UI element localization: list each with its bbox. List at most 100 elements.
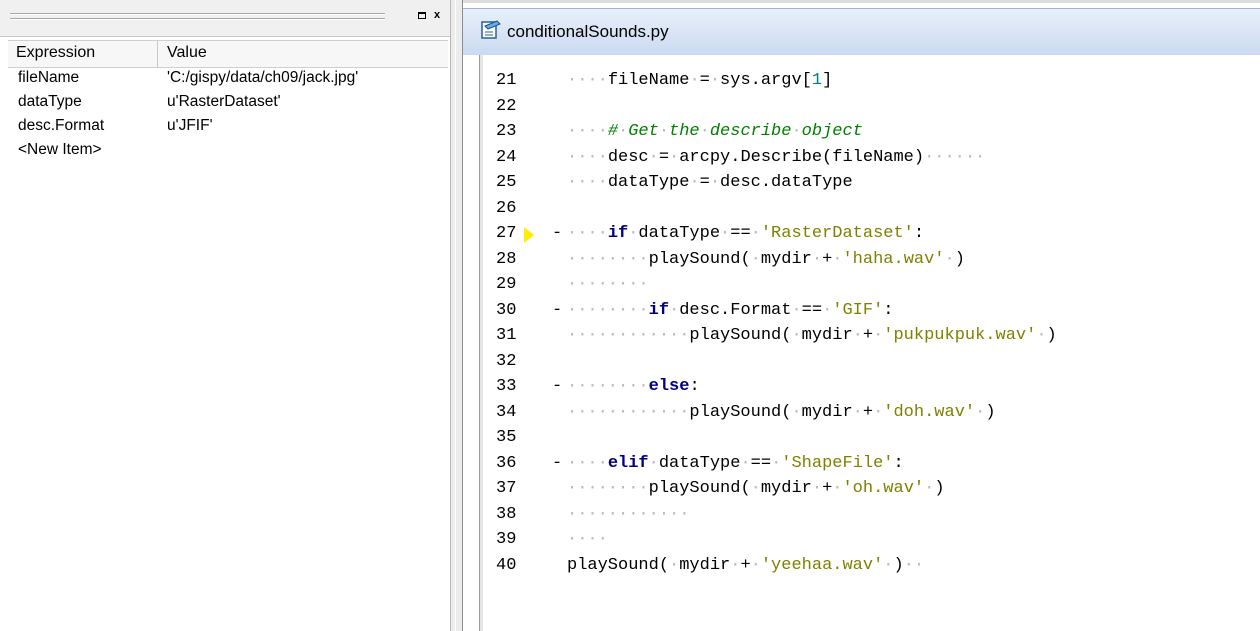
code-token: : [913, 224, 925, 243]
code-token: mydir [760, 479, 812, 498]
indent-whitespace: ········ [567, 377, 649, 396]
indent-whitespace: ···· [567, 147, 608, 167]
close-button[interactable]: x [431, 9, 443, 21]
code-editor-window: conditionalSounds.py 21 ····fileName·=·sy… [463, 0, 1260, 631]
code-token: mydir [801, 326, 853, 345]
code-token: ) [1046, 326, 1057, 345]
code-token: desc.dataType [720, 173, 853, 192]
watch-pane: x Expression Value fileName 'C:/gispy/dat… [0, 0, 451, 631]
code-line[interactable]: 24 ····desc·=·arcpy.Describe(fileName)···… [463, 147, 1260, 173]
code-token: + [740, 555, 751, 575]
code-lines[interactable]: 21 ····fileName·=·sys.argv[1] 22 23 ····#·Ge… [463, 70, 1260, 580]
indent-whitespace: ············ [567, 326, 690, 345]
column-divider[interactable] [157, 41, 158, 67]
line-number: 23 [496, 122, 517, 141]
code-line[interactable]: 21 ····fileName·=·sys.argv[1] [463, 70, 1260, 96]
code-line[interactable]: 33 - ········else: [463, 376, 1260, 402]
line-number: 31 [496, 326, 517, 345]
code-token: 'GIF' [832, 300, 884, 320]
indent-whitespace: ············ [567, 504, 690, 524]
watch-titlebar[interactable]: x [0, 0, 450, 37]
code-line[interactable]: 35 [463, 427, 1260, 453]
code-token: + [822, 479, 833, 498]
code-token: 'oh.wav' [842, 479, 925, 498]
code-token: mydir [760, 249, 812, 269]
code-token: else [648, 377, 690, 396]
code-line[interactable]: 23 ····#·Get·the·describe·object [463, 121, 1260, 147]
line-number: 36 [496, 453, 517, 473]
fold-marker[interactable]: - [552, 454, 562, 473]
whitespace-dot: · [709, 71, 721, 90]
line-number: 39 [496, 530, 517, 549]
titlebar-grip [10, 13, 385, 15]
code-token: : [689, 377, 700, 396]
whitespace-dot: · [852, 402, 863, 422]
watch-expression[interactable]: desc.Format [18, 117, 104, 135]
code-line[interactable]: 25 ····dataType·=·desc.dataType [463, 172, 1260, 198]
indent-whitespace: ········ [567, 275, 649, 294]
code-token: = [699, 173, 710, 192]
whitespace-dot: · [730, 555, 741, 575]
code-token: : [893, 453, 904, 473]
whitespace-dot: · [669, 147, 680, 167]
code-line[interactable]: 31 ············playSound(·mydir·+·'pukpuk… [463, 325, 1260, 351]
fold-marker[interactable]: - [552, 224, 562, 243]
whitespace-dot: · [832, 479, 843, 498]
watch-row[interactable]: fileName 'C:/gispy/data/ch09/jack.jpg' [8, 68, 448, 92]
watch-row[interactable]: desc.Format u'JFIF' [8, 116, 448, 140]
code-token: describe [709, 122, 792, 141]
code-line[interactable]: 30- ········if·desc.Format·==·'GIF': [463, 300, 1260, 326]
restore-button[interactable] [416, 9, 428, 21]
code-line[interactable]: 32 [463, 351, 1260, 377]
fold-marker[interactable]: - [552, 301, 562, 320]
code-token: arcpy.Describe(fileName) [679, 147, 925, 167]
watch-row[interactable]: dataType u'RasterDataset' [8, 92, 448, 116]
whitespace-dot: · [669, 555, 680, 575]
code-line[interactable]: 38 ············ [463, 504, 1260, 530]
code-text: ········else: [567, 377, 700, 396]
code-token: desc [607, 147, 649, 167]
line-number: 40 [496, 555, 517, 575]
watch-row[interactable]: <New Item> [8, 140, 448, 164]
editor-titlebar[interactable]: conditionalSounds.py [463, 8, 1260, 56]
code-line[interactable]: 27- ····if·dataType·==·'RasterDataset': [463, 223, 1260, 249]
code-token: Get [628, 122, 659, 141]
code-line[interactable]: 36- ····elif·dataType·==·'ShapeFile': [463, 453, 1260, 479]
indent-whitespace: ···· [567, 530, 608, 549]
whitespace-dot: · [750, 555, 761, 575]
code-line[interactable]: 28 ········playSound(·mydir·+·'haha.wav'·… [463, 249, 1260, 275]
code-text: ············playSound(·mydir·+·'pukpukpu… [567, 326, 1057, 345]
code-text: ····#·Get·the·describe·object [567, 122, 863, 141]
code-token: sys.argv[ [720, 71, 812, 90]
whitespace-dot: · [699, 122, 710, 141]
value-column-header[interactable]: Value [167, 44, 207, 62]
code-line[interactable]: 29 ········ [463, 274, 1260, 300]
whitespace-dot: · [791, 326, 802, 345]
code-line[interactable]: 37 ········playSound(·mydir·+·'oh.wav'·) [463, 478, 1260, 504]
line-number: 30 [496, 300, 517, 320]
whitespace-dot: · [648, 453, 659, 473]
watch-expression[interactable]: dataType [18, 93, 82, 111]
code-token: mydir [801, 402, 853, 422]
line-number: 33 [496, 377, 517, 396]
code-token: = [699, 71, 710, 90]
code-text: ····if·dataType·==·'RasterDataset': [567, 224, 924, 243]
code-line[interactable]: 39 ···· [463, 529, 1260, 555]
code-text: ···· [567, 530, 608, 549]
code-line[interactable]: 40 playSound(·mydir·+·'yeehaa.wav'·)·· [463, 555, 1260, 581]
pane-splitter[interactable] [450, 0, 463, 631]
python-file-icon [481, 20, 501, 39]
watch-expression[interactable]: <New Item> [18, 141, 102, 159]
code-line[interactable]: 22 [463, 96, 1260, 122]
watch-value: 'C:/gispy/data/ch09/jack.jpg' [167, 69, 359, 86]
line-number: 29 [496, 275, 517, 294]
code-line[interactable]: 26 [463, 198, 1260, 224]
whitespace-dot: · [618, 122, 629, 141]
code-token: if [648, 300, 670, 320]
editor-body[interactable]: 21 ····fileName·=·sys.argv[1] 22 23 ····#·Ge… [463, 55, 1260, 631]
fold-marker[interactable]: - [552, 377, 562, 396]
code-line[interactable]: 34 ············playSound(·mydir·+·'doh.wa… [463, 402, 1260, 428]
expression-column-header[interactable]: Expression [16, 44, 95, 62]
watch-expression[interactable]: fileName [18, 69, 79, 87]
code-text: playSound(·mydir·+·'yeehaa.wav'·)·· [567, 556, 924, 575]
